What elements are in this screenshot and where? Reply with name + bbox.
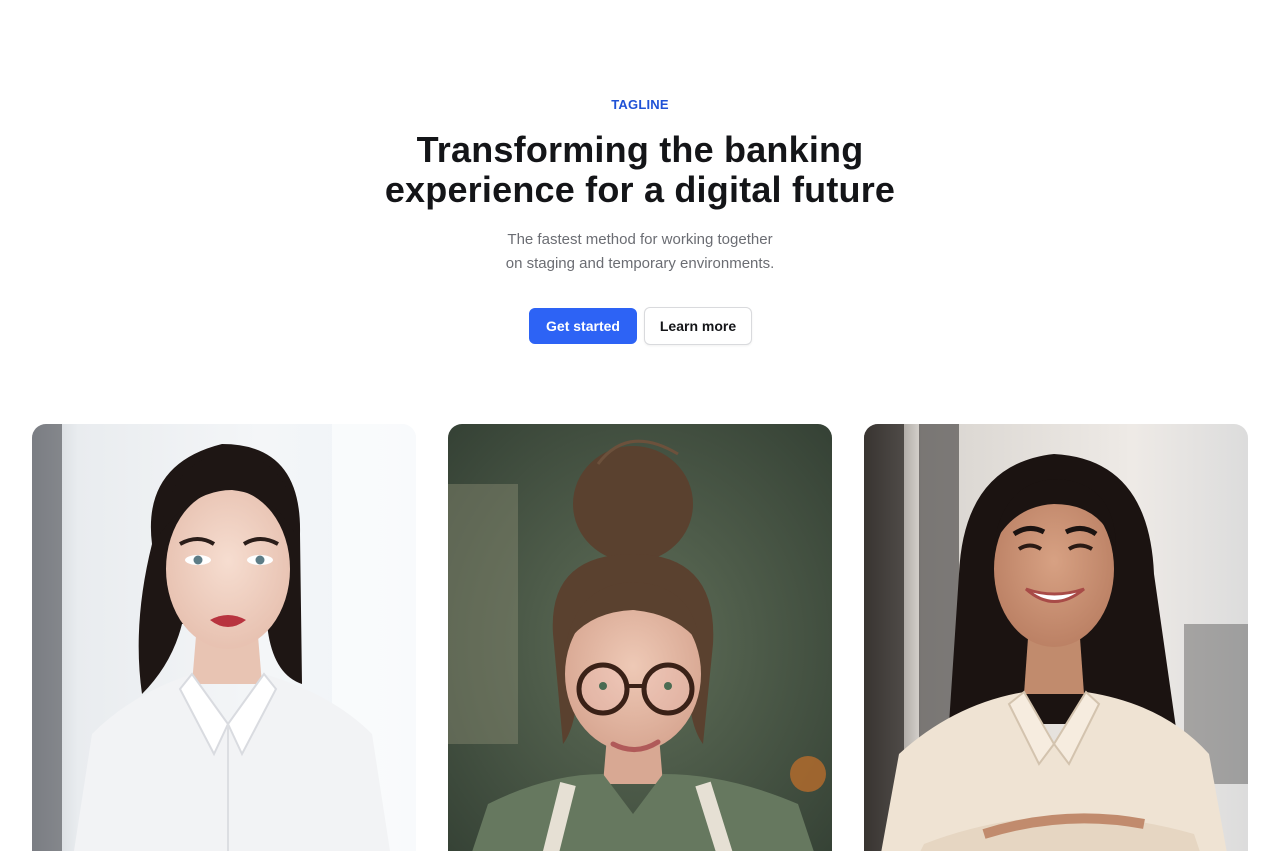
- learn-more-button[interactable]: Learn more: [644, 307, 752, 345]
- portrait-image-1: [32, 424, 416, 851]
- tagline: TAGLINE: [611, 97, 669, 112]
- get-started-button[interactable]: Get started: [529, 308, 637, 344]
- subtitle-line-2: on staging and temporary environments.: [505, 255, 775, 272]
- hero-subtitle: The fastest method for working together …: [390, 228, 890, 276]
- portrait-image-2: [448, 424, 832, 851]
- page-title: Transforming the banking experience for …: [340, 130, 940, 210]
- team-photo-card-2: [448, 424, 832, 851]
- headline-line-2: experience for a digital future: [384, 169, 896, 210]
- headline-line-1: Transforming the banking: [416, 129, 864, 170]
- portrait-image-3: [864, 424, 1248, 851]
- subtitle-line-1: The fastest method for working together: [507, 231, 773, 248]
- team-photo-card-1: [32, 424, 416, 851]
- team-photo-card-3: [864, 424, 1248, 851]
